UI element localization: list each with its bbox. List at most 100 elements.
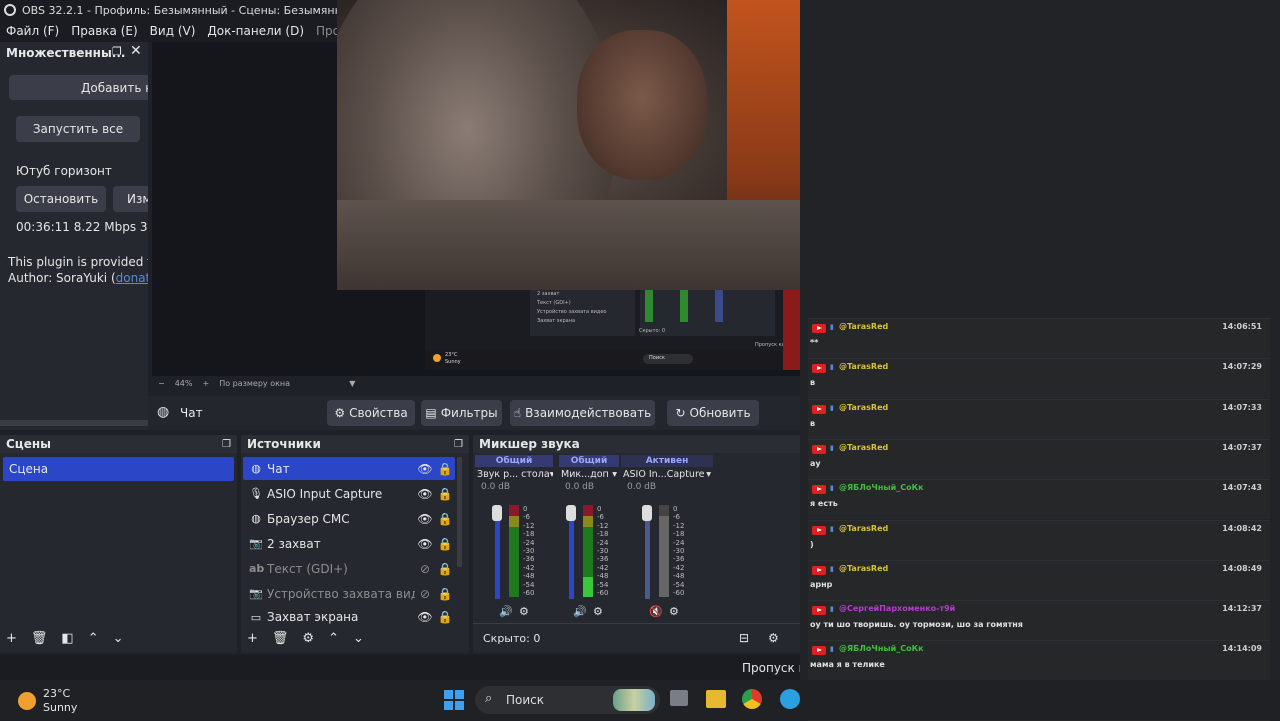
gear-icon[interactable]: ⚙ xyxy=(593,605,603,618)
channel-name[interactable]: Мик...доп xyxy=(561,469,609,480)
volume-slider-handle[interactable] xyxy=(492,505,502,521)
chat-username: @TarasRed xyxy=(839,442,889,452)
interact-button[interactable]: ☝ Взаимодействовать xyxy=(510,400,655,426)
menu-edit[interactable]: Правка (E) xyxy=(65,24,143,38)
chevron-down-icon[interactable]: ⌄ xyxy=(353,631,364,646)
float-icon[interactable]: ❐ xyxy=(454,439,463,450)
menu-view[interactable]: Вид (V) xyxy=(144,24,202,38)
menu-file[interactable]: Файл (F) xyxy=(0,24,65,38)
refresh-button[interactable]: ↻ Обновить xyxy=(667,400,759,426)
lock-icon[interactable]: 🔒 xyxy=(435,462,455,476)
windows-start-icon[interactable] xyxy=(444,690,464,710)
gear-icon[interactable]: ⚙ xyxy=(302,631,314,646)
weather-condition[interactable]: Sunny xyxy=(43,701,77,714)
text-icon: ab xyxy=(249,562,265,575)
volume-slider-handle[interactable] xyxy=(642,505,652,521)
lock-icon[interactable]: 🔒 xyxy=(435,610,455,624)
chat-timestamp: 14:14:09 xyxy=(1222,644,1262,654)
weather-temp[interactable]: 23°C xyxy=(43,687,70,700)
filters-button[interactable]: ▤ Фильтры xyxy=(421,400,502,426)
source-row-asio[interactable]: 🎙 ASIO Input Capture 👁 🔒 xyxy=(243,482,455,505)
speaker-icon[interactable]: 🔊 xyxy=(573,605,587,618)
telegram-icon[interactable] xyxy=(780,689,800,709)
menu-docks[interactable]: Док-панели (D) xyxy=(201,24,310,38)
volume-slider-handle[interactable] xyxy=(566,505,576,521)
trash-icon[interactable]: 🗑 xyxy=(31,631,48,646)
edit-button[interactable]: Изм xyxy=(113,186,148,212)
add-target-button[interactable]: Добавить но xyxy=(9,75,148,100)
window-title: OBS 32.2.1 - Профиль: Безымянный - Сцены… xyxy=(22,3,358,17)
fit-mode-chevron-down-icon[interactable]: ▼ xyxy=(349,379,355,388)
chat-message: ▮ @ЯБЛоЧный_СоКк 14:14:09 мама я в телике xyxy=(808,640,1270,681)
channel-name[interactable]: Звук р... стола xyxy=(477,469,550,480)
layout-icon[interactable]: ⊟ xyxy=(739,631,749,645)
eye-icon[interactable]: 👁 xyxy=(415,610,435,624)
chrome-icon[interactable] xyxy=(742,689,762,709)
chevron-down-icon[interactable]: ▾ xyxy=(550,469,553,480)
eye-hidden-icon[interactable]: ⊘ xyxy=(415,562,435,576)
chevron-down-icon[interactable]: ▾ xyxy=(706,469,711,480)
youtube-icon xyxy=(812,364,826,374)
chevron-down-icon[interactable]: ⌄ xyxy=(113,631,124,646)
chevron-up-icon[interactable]: ⌃ xyxy=(88,631,99,646)
close-icon[interactable]: ✕ xyxy=(130,43,142,59)
add-icon[interactable]: + xyxy=(6,631,17,646)
lock-icon[interactable]: 🔒 xyxy=(435,512,455,526)
chat-message: ▮ @ЯБЛоЧный_СоКк 14:07:43 я есть xyxy=(808,479,1270,520)
speaker-muted-icon[interactable]: 🔇 xyxy=(649,605,663,618)
eye-icon[interactable]: 👁 xyxy=(415,512,435,526)
eye-icon[interactable]: 👁 xyxy=(415,487,435,501)
properties-button[interactable]: ⚙ Свойства xyxy=(327,400,415,426)
channel-name[interactable]: ASIO In...Capture xyxy=(623,469,704,480)
source-row-screen-capture[interactable]: ▭ Захват экрана 👁 🔒 xyxy=(243,607,455,627)
lock-icon[interactable]: 🔒 xyxy=(435,587,455,601)
youtube-icon xyxy=(812,404,826,414)
gear-icon[interactable]: ⚙ xyxy=(669,605,679,618)
mixer-channel-asio: Активен ASIO In...Capture ▾ 0.0 dB xyxy=(621,455,713,492)
source-row-browser-sms[interactable]: ◍ Браузер СМС 👁 🔒 xyxy=(243,507,455,530)
eye-icon[interactable]: 👁 xyxy=(415,462,435,476)
source-row-video-device[interactable]: 📷 Устройство захвата видео ⊘ 🔒 xyxy=(243,582,455,605)
chevron-down-icon[interactable]: ▾ xyxy=(612,469,617,480)
preview-zoom-bar: − 44% + По размеру окна ▼ xyxy=(152,376,800,390)
fit-mode[interactable]: По размеру окна xyxy=(219,379,339,388)
pointer-icon: ☝ xyxy=(513,406,522,420)
task-view-icon[interactable] xyxy=(670,690,688,706)
float-icon[interactable]: ❐ xyxy=(112,45,122,58)
zoom-out-icon[interactable]: − xyxy=(158,379,165,388)
webcam-video xyxy=(337,0,800,290)
lock-icon[interactable]: 🔒 xyxy=(435,562,455,576)
trash-icon[interactable]: 🗑 xyxy=(272,631,289,646)
dock-scrollbar[interactable] xyxy=(0,420,148,426)
chat-username: @ЯБЛоЧный_СоКк xyxy=(839,644,924,654)
source-row-text[interactable]: ab Текст (GDI+) ⊘ 🔒 xyxy=(243,557,455,580)
start-all-button[interactable]: Запустить все xyxy=(16,116,140,142)
file-explorer-icon[interactable] xyxy=(706,690,726,708)
lock-icon[interactable]: 🔒 xyxy=(435,487,455,501)
source-row-chat[interactable]: ◍ Чат 👁 🔒 xyxy=(243,457,455,480)
eye-icon[interactable]: 👁 xyxy=(415,537,435,551)
eye-hidden-icon[interactable]: ⊘ xyxy=(415,587,435,601)
sources-scrollbar[interactable] xyxy=(457,457,462,567)
speaker-icon[interactable]: 🔊 xyxy=(499,605,513,618)
taskbar-search[interactable]: ⌕ Поиск xyxy=(475,686,660,714)
plugin-text: This plugin is provided for f xyxy=(8,255,148,269)
sources-dock: Источники ❐ ◍ Чат 👁 🔒 🎙 ASIO Input Captu… xyxy=(241,435,469,653)
properties-label: Свойства xyxy=(349,406,408,420)
chevron-up-icon[interactable]: ⌃ xyxy=(328,631,339,646)
stop-button[interactable]: Остановить xyxy=(16,186,106,212)
nested-row: 2 захват xyxy=(537,291,560,297)
filter-icon[interactable]: ◧ xyxy=(61,631,73,646)
weather-sun-icon[interactable] xyxy=(18,692,36,710)
lock-icon[interactable]: 🔒 xyxy=(435,537,455,551)
zoom-in-icon[interactable]: + xyxy=(202,379,209,388)
source-row-capture-2[interactable]: 📷 2 захват 👁 🔒 xyxy=(243,532,455,555)
gear-icon[interactable]: ⚙ xyxy=(519,605,529,618)
gear-icon[interactable]: ⚙ xyxy=(768,631,779,645)
float-icon[interactable]: ❐ xyxy=(222,439,231,450)
donate-link[interactable]: donate xyxy=(116,271,148,285)
chat-text: в xyxy=(810,418,816,428)
scene-item[interactable]: Сцена xyxy=(3,457,234,481)
channel-tag: Активен xyxy=(621,455,713,467)
add-icon[interactable]: + xyxy=(247,631,258,646)
